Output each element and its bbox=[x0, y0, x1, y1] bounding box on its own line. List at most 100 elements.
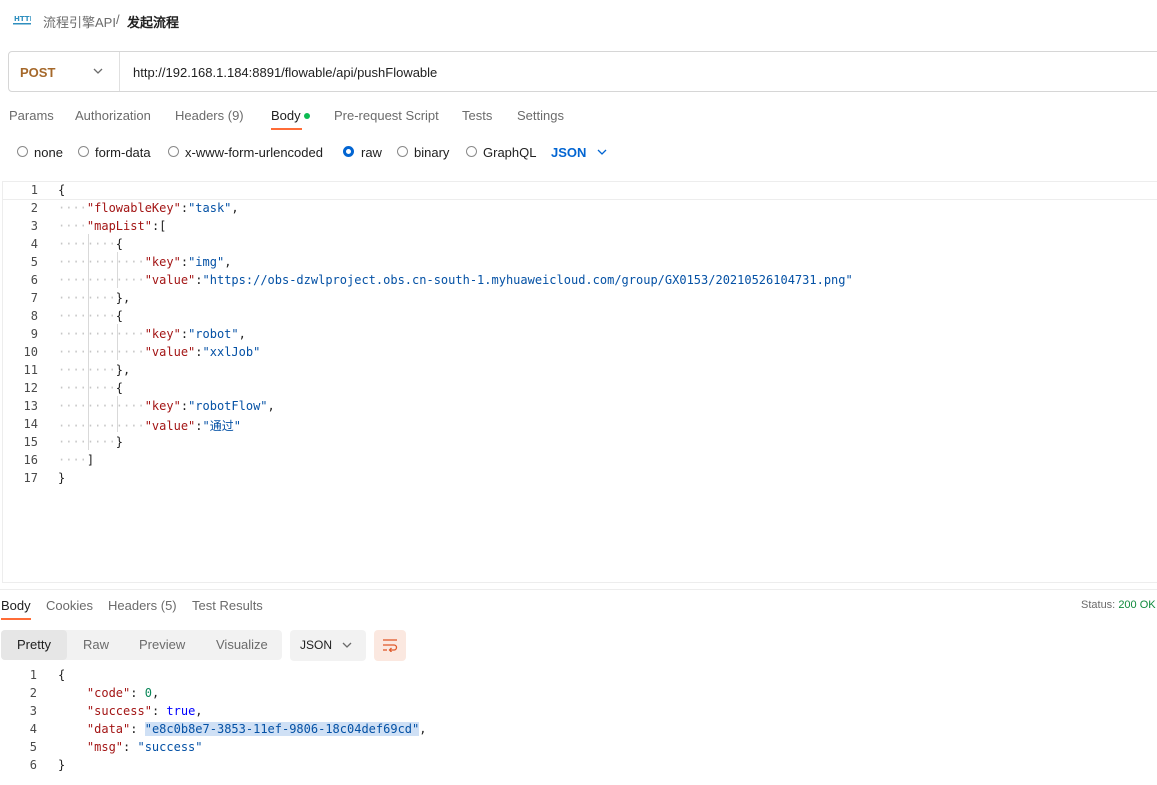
radio-urlencoded[interactable] bbox=[168, 146, 179, 157]
json-key: "key" bbox=[144, 327, 181, 341]
response-format-label[interactable]: JSON bbox=[300, 638, 332, 652]
radio-none-label[interactable]: none bbox=[34, 145, 63, 160]
method-select[interactable]: POST bbox=[20, 65, 55, 80]
line-number: 13 bbox=[23, 399, 38, 413]
tab-body[interactable]: Body bbox=[271, 108, 301, 123]
header: HTTP 流程引擎API / 发起流程 bbox=[0, 0, 1157, 40]
chevron-down-icon[interactable] bbox=[342, 641, 352, 649]
json-value: "robot" bbox=[188, 327, 239, 341]
line-number: 16 bbox=[23, 453, 38, 467]
json-value: 0 bbox=[144, 686, 152, 700]
code-line: ····"mapList":[ bbox=[58, 219, 167, 233]
code-line: "code": 0, bbox=[86, 686, 160, 700]
code-line: ········{ bbox=[58, 381, 124, 395]
line-number: 2 bbox=[30, 201, 38, 215]
line-number: 5 bbox=[30, 255, 38, 269]
code-line: } bbox=[58, 758, 66, 772]
json-value: true bbox=[166, 704, 196, 718]
line-number: 3 bbox=[29, 704, 37, 718]
chevron-down-icon[interactable] bbox=[597, 148, 607, 156]
line-number: 10 bbox=[23, 345, 38, 359]
code-line: ············"value":"xxlJob" bbox=[58, 345, 261, 359]
tab-body-underline bbox=[271, 128, 302, 130]
json-value: "task" bbox=[188, 201, 232, 215]
tab-settings[interactable]: Settings bbox=[517, 108, 564, 123]
code-line: ····"flowableKey":"task", bbox=[58, 201, 239, 215]
json-value: "通过" bbox=[202, 419, 241, 433]
http-icon: HTTP bbox=[13, 15, 31, 25]
code-line: ············"key":"robot", bbox=[58, 327, 246, 341]
view-pretty-button[interactable]: Pretty bbox=[17, 637, 51, 652]
breadcrumb-request[interactable]: 发起流程 bbox=[127, 12, 179, 31]
view-raw-button[interactable]: Raw bbox=[83, 637, 109, 652]
code-line: "data": "e8c0b8e7-3853-11ef-9806-18c04de… bbox=[86, 722, 427, 736]
radio-graphql[interactable] bbox=[466, 146, 477, 157]
line-number: 8 bbox=[30, 309, 38, 323]
tab-headers[interactable]: Headers (9) bbox=[175, 108, 244, 123]
url-input[interactable]: http://192.168.1.184:8891/flowable/api/p… bbox=[133, 65, 437, 80]
code-line: ············"value":"通过" bbox=[58, 419, 241, 433]
url-bar: POST http://192.168.1.184:8891/flowable/… bbox=[8, 51, 1157, 92]
editor-top-border bbox=[3, 199, 1157, 200]
body-modified-dot bbox=[304, 113, 310, 119]
line-number: 3 bbox=[30, 219, 38, 233]
json-key: "mapList" bbox=[86, 219, 152, 233]
code-line: ············"key":"robotFlow", bbox=[58, 399, 275, 413]
radio-urlencoded-label[interactable]: x-www-form-urlencoded bbox=[185, 145, 323, 160]
radio-binary[interactable] bbox=[397, 146, 408, 157]
view-visualize-button[interactable]: Visualize bbox=[216, 637, 268, 652]
tab-authorization[interactable]: Authorization bbox=[75, 108, 151, 123]
json-value: "success" bbox=[137, 740, 203, 754]
json-key: "key" bbox=[144, 255, 181, 269]
line-number: 7 bbox=[30, 291, 38, 305]
response-tab-body[interactable]: Body bbox=[1, 598, 31, 613]
radio-binary-label[interactable]: binary bbox=[414, 145, 449, 160]
line-number: 1 bbox=[30, 183, 38, 197]
radio-raw[interactable] bbox=[343, 146, 354, 157]
code-line: ········{ bbox=[58, 309, 124, 323]
breadcrumb-collection[interactable]: 流程引擎API bbox=[43, 12, 116, 31]
json-value: "img" bbox=[188, 255, 225, 269]
response-tab-test-results[interactable]: Test Results bbox=[192, 598, 263, 613]
line-number: 1 bbox=[29, 668, 37, 682]
code-line: ········{ bbox=[58, 237, 124, 251]
radio-form-data-label[interactable]: form-data bbox=[95, 145, 151, 160]
json-key: "key" bbox=[144, 399, 181, 413]
tab-prerequest-script[interactable]: Pre-request Script bbox=[334, 108, 439, 123]
code-line: ········}, bbox=[58, 291, 131, 305]
response-status[interactable]: Status: 200 OK bbox=[1081, 599, 1156, 611]
wrap-lines-icon[interactable] bbox=[382, 638, 398, 652]
line-number: 11 bbox=[23, 363, 38, 377]
response-tab-cookies[interactable]: Cookies bbox=[46, 598, 93, 613]
response-divider bbox=[0, 589, 1157, 590]
radio-form-data[interactable] bbox=[78, 146, 89, 157]
radio-graphql-label[interactable]: GraphQL bbox=[483, 145, 536, 160]
status-label: Status: bbox=[1081, 599, 1116, 611]
json-key: "data" bbox=[86, 722, 131, 736]
json-value: "https://obs-dzwlproject.obs.cn-south-1.… bbox=[202, 273, 853, 287]
line-number: 5 bbox=[29, 740, 37, 754]
radio-raw-label[interactable]: raw bbox=[361, 145, 382, 160]
json-key: "success" bbox=[86, 704, 152, 718]
line-number: 6 bbox=[29, 758, 37, 772]
tab-tests[interactable]: Tests bbox=[462, 108, 492, 123]
code-line: ····] bbox=[58, 453, 95, 467]
response-tab-headers[interactable]: Headers (5) bbox=[108, 598, 177, 613]
line-number: 2 bbox=[29, 686, 37, 700]
code-line: ········}, bbox=[58, 363, 131, 377]
breadcrumb-separator: / bbox=[116, 12, 120, 27]
line-number: 12 bbox=[23, 381, 38, 395]
code-line: "msg": "success" bbox=[86, 740, 203, 754]
json-key: "msg" bbox=[86, 740, 124, 754]
language-select[interactable]: JSON bbox=[551, 145, 586, 160]
json-value: "xxlJob" bbox=[202, 345, 261, 359]
code-line: { bbox=[58, 183, 66, 197]
line-number: 14 bbox=[23, 417, 38, 431]
request-body-editor[interactable] bbox=[2, 181, 1157, 583]
view-preview-button[interactable]: Preview bbox=[139, 637, 185, 652]
json-value-selected[interactable]: "e8c0b8e7-3853-11ef-9806-18c04def69cd" bbox=[144, 722, 420, 736]
radio-none[interactable] bbox=[17, 146, 28, 157]
chevron-down-icon[interactable] bbox=[93, 67, 103, 75]
tab-params[interactable]: Params bbox=[9, 108, 54, 123]
line-number: 9 bbox=[30, 327, 38, 341]
